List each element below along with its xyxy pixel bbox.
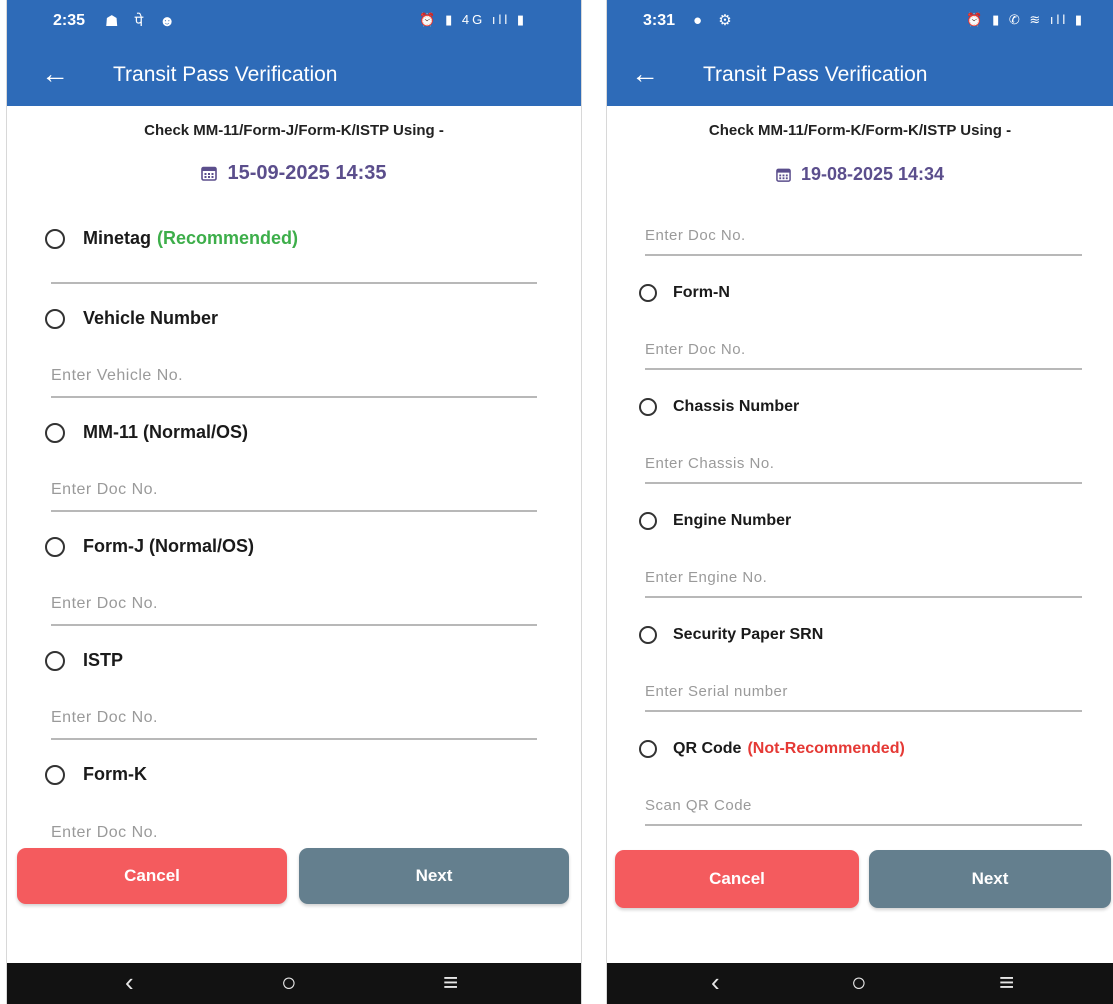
radio-button[interactable] xyxy=(45,650,65,671)
system-nav-bar: ‹ ○ ≡ xyxy=(607,963,1113,1004)
page-title: Transit Pass Verification xyxy=(703,63,928,86)
option-label: Vehicle Number xyxy=(83,308,219,328)
option-label: Engine Number xyxy=(673,512,792,529)
chassis-number-input[interactable] xyxy=(645,450,1082,484)
page-title: Transit Pass Verification xyxy=(113,63,338,86)
radio-button[interactable] xyxy=(45,228,65,249)
status-time: 2:35 xyxy=(53,12,86,29)
doc-number-input[interactable] xyxy=(645,222,1082,256)
nav-home-icon[interactable]: ○ xyxy=(281,967,297,997)
date-time-display: 15-09-2025 14:35 xyxy=(7,162,581,187)
form-j-doc-input[interactable] xyxy=(51,590,537,626)
calendar-icon xyxy=(201,164,218,187)
nav-back-icon[interactable]: ‹ xyxy=(711,967,720,997)
option-istp[interactable]: ISTP xyxy=(45,650,123,671)
option-label: ISTP xyxy=(83,650,124,670)
option-label: Form-J (Normal/OS) xyxy=(83,536,255,556)
option-qr-code[interactable]: QR Code (Not-Recommended) xyxy=(639,740,905,758)
radio-button[interactable] xyxy=(45,536,65,557)
next-button[interactable]: Next xyxy=(869,850,1111,908)
system-nav-bar: ‹ ○ ≡ xyxy=(7,963,581,1004)
nav-menu-icon[interactable]: ≡ xyxy=(443,967,458,997)
option-form-n[interactable]: Form-N xyxy=(639,284,730,302)
back-arrow-icon[interactable]: ← xyxy=(631,58,659,90)
engine-number-input[interactable] xyxy=(645,564,1082,598)
option-label: Chassis Number xyxy=(673,398,800,415)
next-button[interactable]: Next xyxy=(299,848,569,904)
nav-menu-icon[interactable]: ≡ xyxy=(999,967,1014,997)
radio-button[interactable] xyxy=(639,626,657,644)
app-bar: ← Transit Pass Verification xyxy=(7,44,581,106)
option-label: Security Paper SRN xyxy=(673,626,824,643)
radio-button[interactable] xyxy=(639,284,657,302)
cancel-button[interactable]: Cancel xyxy=(17,848,287,904)
vehicle-number-input[interactable] xyxy=(51,362,537,398)
radio-button[interactable] xyxy=(45,308,65,329)
option-minetag[interactable]: Minetag (Recommended) xyxy=(45,228,298,249)
form-n-doc-input[interactable] xyxy=(645,336,1082,370)
verification-subtitle: Check MM-11/Form-K/Form-K/ISTP Using - xyxy=(708,122,1012,139)
radio-button[interactable] xyxy=(639,512,657,530)
notification-icons: ● ⚙ xyxy=(693,12,738,29)
option-label: Minetag (Recommended) xyxy=(83,228,299,248)
date-time-text: 15-09-2025 14:35 xyxy=(227,162,387,184)
back-arrow-icon[interactable]: ← xyxy=(41,58,69,90)
nav-back-icon[interactable]: ‹ xyxy=(125,967,134,997)
system-status-icons: ⏰ ▮ ✆ ≋ ıll ▮ xyxy=(966,12,1085,27)
not-recommended-tag: (Not-Recommended) xyxy=(747,740,905,757)
phone-screen-right: 3:31 ● ⚙ ⏰ ▮ ✆ ≋ ıll ▮ ← Transit Pass Ve… xyxy=(606,0,1113,1004)
option-form-j[interactable]: Form-J (Normal/OS) xyxy=(45,536,254,557)
option-label: QR Code (Not-Recommended) xyxy=(673,740,905,757)
calendar-icon xyxy=(776,166,791,187)
notification-icons: ☗ पे ☻ xyxy=(105,13,182,30)
verification-subtitle: Check MM-11/Form-J/Form-K/ISTP Using - xyxy=(144,122,444,139)
istp-doc-input[interactable] xyxy=(51,704,537,740)
radio-button[interactable] xyxy=(639,398,657,416)
system-status-icons: ⏰ ▮ 4G ıll ▮ xyxy=(419,12,527,27)
option-security-paper-srn[interactable]: Security Paper SRN xyxy=(639,626,823,644)
option-label: MM-11 (Normal/OS) xyxy=(83,422,249,442)
option-vehicle-number[interactable]: Vehicle Number xyxy=(45,308,218,329)
app-bar: ← Transit Pass Verification xyxy=(607,44,1113,106)
cancel-button[interactable]: Cancel xyxy=(615,850,859,908)
status-time: 3:31 xyxy=(643,12,676,29)
radio-button[interactable] xyxy=(45,764,65,785)
status-bar: 2:35 ☗ पे ☻ ⏰ ▮ 4G ıll ▮ xyxy=(7,0,581,44)
option-engine-number[interactable]: Engine Number xyxy=(639,512,791,530)
radio-button[interactable] xyxy=(639,740,657,758)
qr-code-input[interactable] xyxy=(645,792,1082,826)
date-time-display: 19-08-2025 14:34 xyxy=(607,164,1113,187)
serial-number-input[interactable] xyxy=(645,678,1082,712)
status-bar: 3:31 ● ⚙ ⏰ ▮ ✆ ≋ ıll ▮ xyxy=(607,0,1113,44)
recommended-tag: (Recommended) xyxy=(157,228,299,248)
option-label: Form-N xyxy=(673,284,730,301)
date-time-text: 19-08-2025 14:34 xyxy=(800,164,945,184)
phone-screen-left: 2:35 ☗ पे ☻ ⏰ ▮ 4G ıll ▮ ← Transit Pass … xyxy=(6,0,582,1004)
mm11-doc-input[interactable] xyxy=(51,476,537,512)
option-label: Form-K xyxy=(83,764,147,784)
radio-button[interactable] xyxy=(45,422,65,443)
minetag-input[interactable] xyxy=(51,248,537,284)
nav-home-icon[interactable]: ○ xyxy=(851,967,867,997)
option-mm11[interactable]: MM-11 (Normal/OS) xyxy=(45,422,248,443)
option-form-k[interactable]: Form-K xyxy=(45,764,147,785)
option-chassis-number[interactable]: Chassis Number xyxy=(639,398,799,416)
